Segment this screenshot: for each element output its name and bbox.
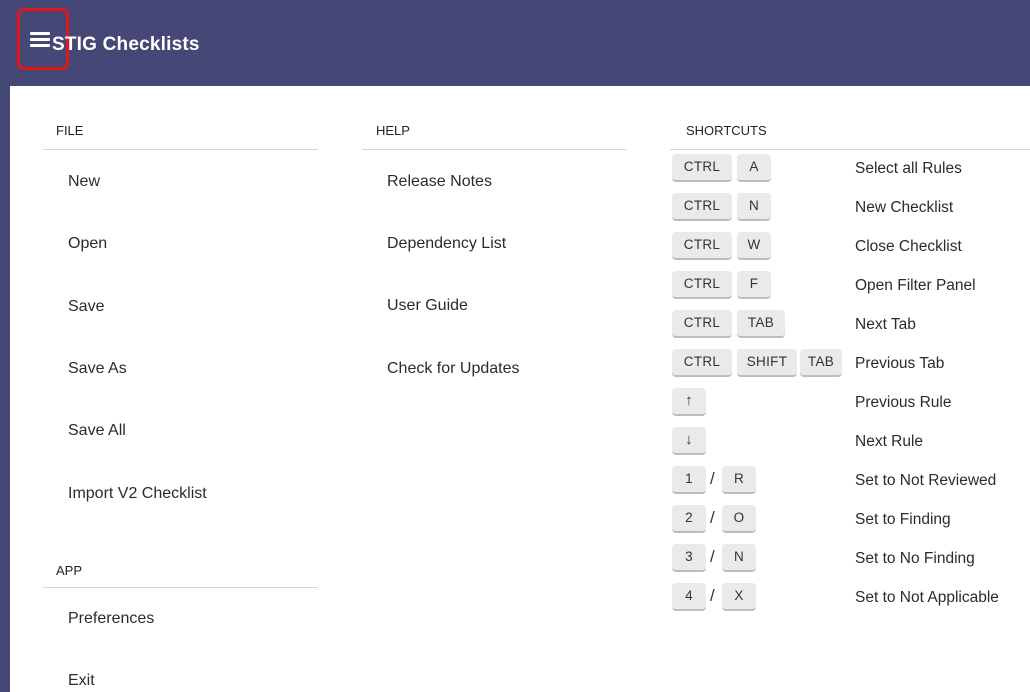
key-ctrl: CTRL — [672, 271, 732, 299]
key-ctrl: CTRL — [672, 349, 732, 377]
key-1: 1 — [672, 466, 706, 494]
hamburger-menu-icon[interactable] — [30, 32, 50, 47]
key-4: 4 — [672, 583, 706, 611]
shortcut-label-next-tab: Next Tab — [855, 316, 916, 333]
menu-item-release-notes[interactable]: Release Notes — [387, 173, 492, 191]
menu-item-save-all[interactable]: Save All — [68, 422, 126, 440]
shortcut-label-finding: Set to Finding — [855, 511, 951, 528]
key-o: O — [722, 505, 756, 533]
key-n: N — [737, 193, 771, 221]
shortcuts-divider — [670, 149, 1030, 150]
key-separator: / — [710, 586, 715, 605]
key-ctrl: CTRL — [672, 154, 732, 182]
help-heading: HELP — [376, 123, 410, 138]
shortcut-label-new-checklist: New Checklist — [855, 199, 954, 216]
menu-item-exit[interactable]: Exit — [68, 672, 95, 690]
key-ctrl: CTRL — [672, 310, 732, 338]
app-divider — [43, 587, 318, 588]
shortcut-label-not-reviewed: Set to Not Reviewed — [855, 472, 997, 489]
shortcut-label-close-checklist: Close Checklist — [855, 238, 962, 255]
menu-item-dependency-list[interactable]: Dependency List — [387, 235, 506, 253]
shortcut-label-select-all: Select all Rules — [855, 160, 962, 177]
arrow-down-key-icon: ↓ — [672, 427, 706, 455]
key-a: A — [737, 154, 771, 182]
arrow-up-key-icon: ↑ — [672, 388, 706, 416]
shortcuts-heading: SHORTCUTS — [686, 123, 767, 138]
key-n: N — [722, 544, 756, 572]
menu-item-save-as[interactable]: Save As — [68, 360, 127, 378]
shortcut-label-next-rule: Next Rule — [855, 433, 924, 450]
key-r: R — [722, 466, 756, 494]
file-heading: FILE — [56, 123, 84, 138]
key-w: W — [737, 232, 771, 260]
app-heading: APP — [56, 563, 83, 578]
shortcut-label-no-finding: Set to No Finding — [855, 550, 975, 567]
menu-item-preferences[interactable]: Preferences — [68, 610, 154, 628]
key-shift: SHIFT — [737, 349, 797, 377]
key-separator: / — [710, 547, 715, 566]
menu-item-open[interactable]: Open — [68, 235, 107, 253]
key-separator: / — [710, 508, 715, 527]
key-tab: TAB — [800, 349, 842, 377]
menu-item-import-v2[interactable]: Import V2 Checklist — [68, 485, 207, 503]
key-f: F — [737, 271, 771, 299]
app-header: STIG Checklists — [0, 0, 1030, 86]
file-divider — [43, 149, 318, 150]
shortcut-label-open-filter: Open Filter Panel — [855, 277, 976, 294]
key-2: 2 — [672, 505, 706, 533]
shortcut-label-previous-tab: Previous Tab — [855, 355, 945, 372]
key-x: X — [722, 583, 756, 611]
main-menu-panel: FILE New Open Save Save As Save All Impo… — [10, 86, 1030, 692]
key-3: 3 — [672, 544, 706, 572]
menu-item-check-updates[interactable]: Check for Updates — [387, 360, 520, 378]
menu-item-user-guide[interactable]: User Guide — [387, 297, 468, 315]
key-ctrl: CTRL — [672, 193, 732, 221]
app-title: STIG Checklists — [52, 34, 200, 55]
key-ctrl: CTRL — [672, 232, 732, 260]
menu-item-new[interactable]: New — [68, 173, 100, 191]
app-window: STIG Checklists FILE New Open Save Save … — [0, 0, 1030, 692]
key-tab: TAB — [737, 310, 785, 338]
help-divider — [362, 149, 627, 150]
menu-item-save[interactable]: Save — [68, 298, 104, 316]
shortcut-label-not-applicable: Set to Not Applicable — [855, 589, 999, 606]
key-separator: / — [710, 469, 715, 488]
shortcut-label-previous-rule: Previous Rule — [855, 394, 952, 411]
